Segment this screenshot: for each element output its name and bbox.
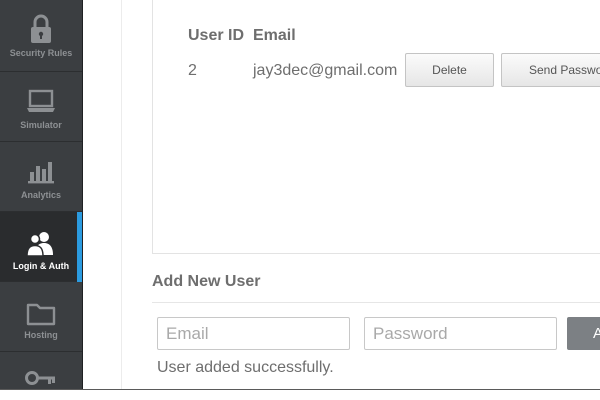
folder-icon	[0, 296, 82, 330]
user-id-cell: 2	[188, 62, 197, 79]
column-header-email: Email	[253, 27, 296, 44]
sidebar-item-analytics[interactable]: Analytics	[0, 142, 82, 212]
window-bottom-border	[0, 389, 600, 390]
delete-user-button[interactable]: Delete	[405, 53, 494, 87]
divider	[152, 302, 600, 303]
content-divider	[121, 0, 122, 390]
add-user-heading: Add New User	[152, 273, 261, 290]
add-user-button[interactable]: Add	[567, 317, 600, 350]
bar-chart-icon	[0, 154, 82, 188]
status-message: User added successfully.	[157, 359, 334, 376]
send-password-reset-button[interactable]: Send Password Reset	[501, 53, 600, 87]
sidebar-item-login-auth[interactable]: Login & Auth	[0, 212, 82, 282]
sidebar-item-label: Simulator	[20, 120, 62, 130]
sidebar-item-label: Analytics	[20, 190, 62, 200]
user-email-cell: jay3dec@gmail.com	[253, 62, 398, 79]
laptop-icon	[0, 84, 82, 118]
password-field[interactable]	[364, 317, 557, 350]
users-table-panel: User ID Email 2 jay3dec@gmail.com Delete…	[152, 0, 600, 254]
key-icon	[0, 368, 82, 388]
email-field[interactable]	[157, 317, 350, 350]
sidebar-item-simulator[interactable]: Simulator	[0, 72, 82, 142]
sidebar-item-label: Hosting	[24, 330, 58, 340]
active-indicator	[77, 212, 82, 282]
sidebar-item-security-rules[interactable]: Security Rules	[0, 0, 82, 72]
sidebar-item-keys[interactable]	[0, 352, 82, 390]
users-icon	[0, 226, 82, 260]
sidebar-item-label: Login & Auth	[12, 261, 70, 271]
lock-icon	[0, 12, 82, 46]
sidebar-item-hosting[interactable]: Hosting	[0, 282, 82, 352]
column-header-user-id: User ID	[188, 27, 245, 44]
sidebar-item-label: Security Rules	[9, 48, 73, 58]
sidebar: Security Rules Simulator Analytics Login…	[0, 0, 83, 390]
